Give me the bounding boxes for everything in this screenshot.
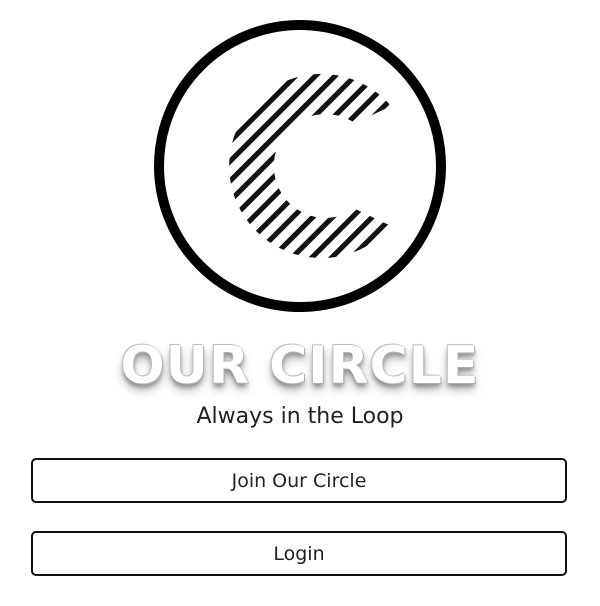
join-our-circle-button[interactable]: Join Our Circle [31, 458, 567, 503]
logo [152, 18, 448, 314]
tagline: Always in the Loop [196, 404, 404, 429]
circle-c-logo-icon [154, 20, 446, 312]
app-title: OUR CIRCLE [120, 336, 480, 396]
login-button[interactable]: Login [31, 531, 567, 576]
